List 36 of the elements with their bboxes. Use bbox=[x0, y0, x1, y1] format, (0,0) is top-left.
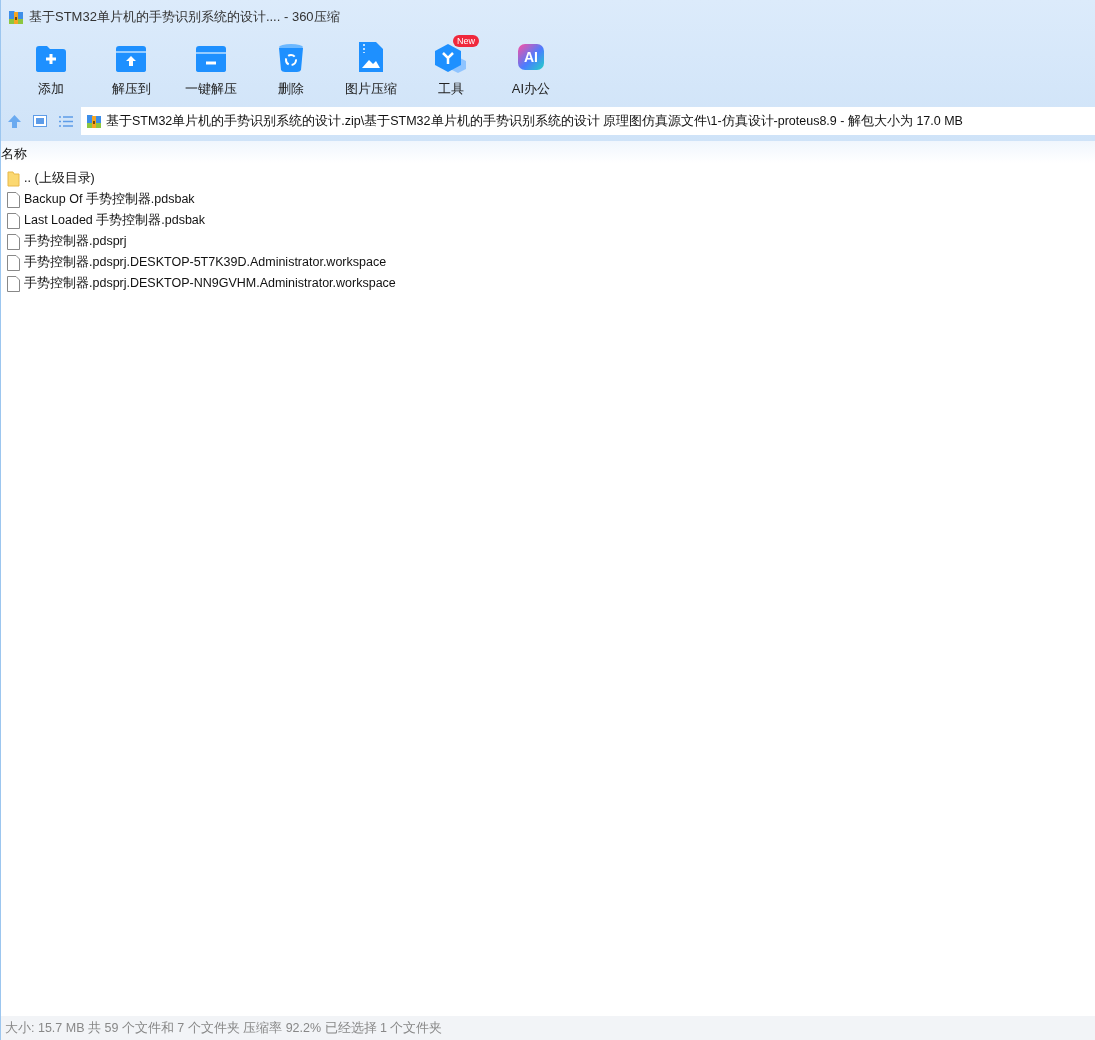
ai-logo-icon: AI bbox=[518, 43, 544, 70]
file-name[interactable]: Last Loaded 手势控制器.pdsbak bbox=[24, 212, 206, 229]
window-title: 基于STM32单片机的手势识别系统的设计.... - 360压缩 bbox=[29, 7, 340, 26]
column-header[interactable]: 名称 bbox=[1, 146, 27, 163]
file-name[interactable]: .. (上级目录) bbox=[24, 170, 95, 187]
toolbar-button[interactable]: AI AI办公 bbox=[491, 33, 571, 105]
file-icon bbox=[7, 212, 20, 229]
file-name[interactable]: Backup Of 手势控制器.pdsbak bbox=[24, 191, 195, 208]
file-icon bbox=[7, 254, 20, 271]
image-file-icon bbox=[358, 40, 384, 73]
folder-icon bbox=[7, 170, 20, 187]
folder-minus-icon bbox=[195, 44, 227, 73]
toolbox-hexagon-icon bbox=[434, 42, 468, 73]
toolbar-button[interactable]: 解压到 bbox=[91, 33, 171, 105]
folder-plus-icon bbox=[35, 44, 67, 73]
file-name[interactable]: 手势控制器.pdsprj.DESKTOP-5T7K39D.Administrator.workspace bbox=[24, 254, 387, 271]
status-text: 大小: 15.7 MB 共 59 个文件和 7 个文件夹 压缩率 92.2% 已经选择 1 个文件夹 bbox=[5, 1019, 443, 1037]
window-icon bbox=[33, 115, 47, 127]
file-name[interactable]: 手势控制器.pdsprj.DESKTOP-NN9GVHM.Administrator.workspace bbox=[24, 275, 396, 292]
toolbar-button[interactable]: New 工具 bbox=[411, 33, 491, 105]
archive-icon bbox=[86, 113, 102, 129]
list-icon bbox=[59, 115, 73, 127]
folder-upload-icon bbox=[115, 44, 147, 73]
file-icon bbox=[7, 233, 20, 250]
toolbar-button[interactable]: 删除 bbox=[251, 33, 331, 105]
new-badge: New bbox=[453, 34, 479, 47]
recycle-bin-icon bbox=[278, 42, 304, 73]
app-logo-icon bbox=[8, 8, 24, 25]
file-icon bbox=[7, 191, 20, 208]
file-name[interactable]: 手势控制器.pdsprj bbox=[24, 233, 127, 250]
toolbar-button[interactable]: 添加 bbox=[11, 33, 91, 105]
toolbar-button[interactable]: 图片压缩 bbox=[331, 33, 411, 105]
address-field[interactable]: 基于STM32单片机的手势识别系统的设计.zip\基于STM32单片机的手势识别系统的设计 原理图仿真源文件\1-仿真设计-proteus8.9 - 解包大小为 17.0 MB bbox=[81, 107, 1095, 135]
toolbar-button[interactable]: 一键解压 bbox=[171, 33, 251, 105]
up-arrow-icon bbox=[7, 114, 21, 128]
file-icon bbox=[7, 275, 20, 292]
